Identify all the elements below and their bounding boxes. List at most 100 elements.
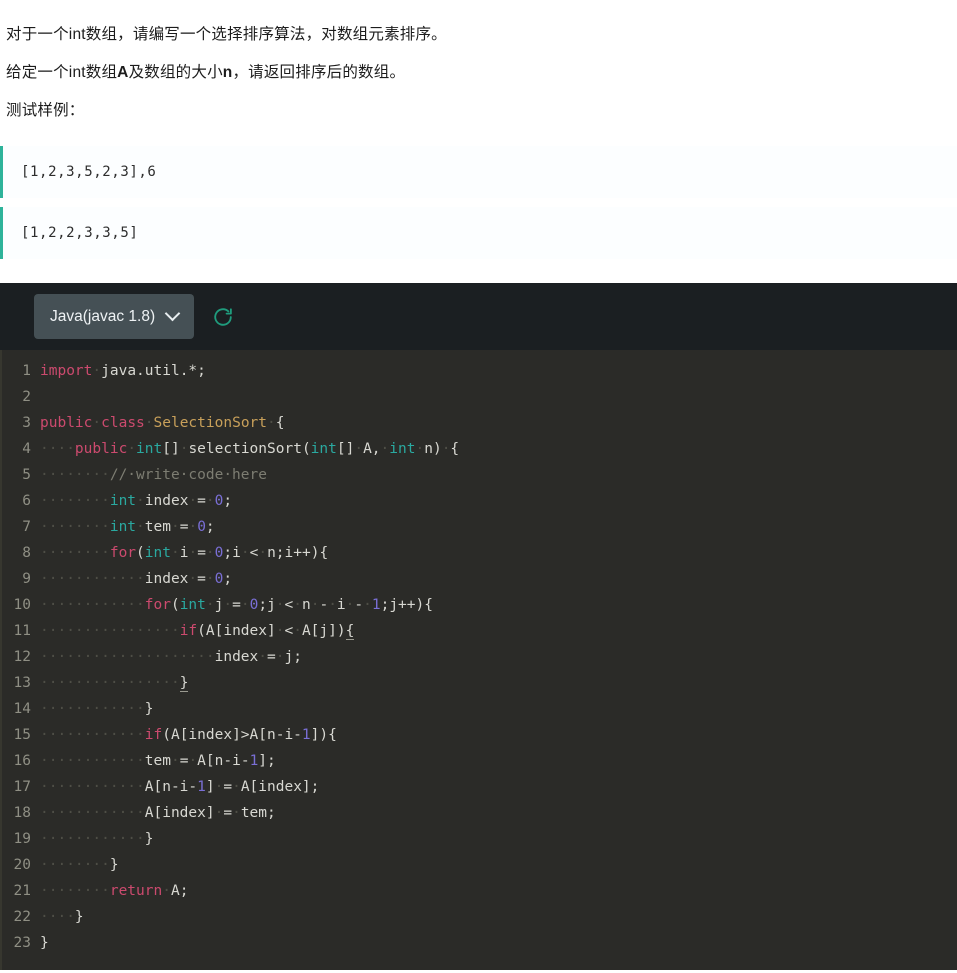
reset-code-button[interactable] <box>208 302 238 332</box>
code-line-content[interactable]: ········int·index·=·0; <box>40 488 957 514</box>
chevron-down-icon <box>167 308 180 321</box>
code-line[interactable]: 20 ········} <box>2 852 957 878</box>
code-token-dot: · <box>188 753 198 769</box>
code-line[interactable]: 2 <box>2 384 957 410</box>
code-line[interactable]: 4 ····public·int[]·selectionSort(int[]·A,… <box>2 436 957 462</box>
code-line[interactable]: 6 ········int·index·=·0; <box>2 488 957 514</box>
code-line[interactable]: 8 ········for(int·i·=·0;i·<·n;i++){ <box>2 540 957 566</box>
line-number: 22 <box>13 909 31 925</box>
refresh-icon <box>212 306 234 328</box>
code-line-content[interactable]: } <box>40 930 957 956</box>
language-select-label: Java(javac 1.8) <box>50 307 156 325</box>
code-line-content[interactable]: ········int·tem·=·0; <box>40 514 957 540</box>
code-line-content[interactable]: ············index·=·0; <box>40 566 957 592</box>
code-token-pln: n) <box>424 441 442 457</box>
code-line-content[interactable]: ········} <box>40 852 957 878</box>
code-line[interactable]: 5 ········//·write·code·here <box>2 462 957 488</box>
code-token-num: 1 <box>301 727 311 743</box>
line-number: 11 <box>13 623 31 639</box>
code-line[interactable]: 16 ············tem·=·A[n-i-1]; <box>2 748 957 774</box>
problem-line: 给定一个int数组A及数组的大小n，请返回排序后的数组。 <box>6 54 957 92</box>
problem-text: 对于一个int数组，请编写一个选择排序算法，对数组元素排序。 <box>6 26 447 43</box>
code-token-dot: · <box>223 597 233 613</box>
code-token-type: int <box>310 441 337 457</box>
code-line[interactable]: 9 ············index·=·0; <box>2 566 957 592</box>
code-token-dot: ···· <box>40 441 75 457</box>
code-token-kw: if <box>179 623 198 639</box>
code-line-content[interactable]: import·java.util.*; <box>40 358 957 384</box>
code-line-content[interactable]: ········return·A; <box>40 878 957 904</box>
code-line[interactable]: 21 ········return·A; <box>2 878 957 904</box>
code-token-pln: = <box>223 805 233 821</box>
code-token-kw: for <box>144 597 171 613</box>
code-line[interactable]: 7 ········int·tem·=·0; <box>2 514 957 540</box>
code-line-content[interactable]: ····public·int[]·selectionSort(int[]·A,·… <box>40 436 957 462</box>
code-token-dot: · <box>354 441 364 457</box>
line-number: 7 <box>22 519 31 535</box>
code-token-dot: ········ <box>40 519 110 535</box>
code-line[interactable]: 18 ············A[index]·=·tem; <box>2 800 957 826</box>
code-token-type: int <box>109 493 137 509</box>
code-line[interactable]: 3 public·class·SelectionSort·{ <box>2 410 957 436</box>
code-token-dot: · <box>205 597 215 613</box>
code-line-content[interactable]: ············A[index]·=·tem; <box>40 800 957 826</box>
code-line-content[interactable]: ········//·write·code·here <box>40 462 957 488</box>
code-token-kw: return <box>109 883 163 899</box>
code-token-dot: · <box>188 571 198 587</box>
code-line-content[interactable]: ············} <box>40 826 957 852</box>
code-token-dot: · <box>293 597 302 613</box>
code-line-content[interactable]: ················if(A[index]·<·A[j]){ <box>40 618 957 644</box>
code-token-dot: ············ <box>40 727 145 743</box>
problem-emphasis: n <box>222 64 233 81</box>
problem-lines: 对于一个int数组，请编写一个选择排序算法，对数组元素排序。给定一个int数组A… <box>6 16 957 130</box>
code-token-pln: ]; <box>258 753 276 769</box>
code-token-pln: ] <box>205 779 215 795</box>
code-line[interactable]: 13 ················} <box>2 670 957 696</box>
code-line-content[interactable]: ········for(int·i·=·0;i·<·n;i++){ <box>40 540 957 566</box>
code-line-content[interactable]: ····················index·=·j; <box>40 644 957 670</box>
code-token-pln: { <box>275 415 285 431</box>
code-token-pln: A[n-i- <box>144 779 198 795</box>
code-line-content[interactable]: ············A[n-i-1]·=·A[index]; <box>40 774 957 800</box>
code-line[interactable]: 14 ············} <box>2 696 957 722</box>
code-line[interactable]: 10 ············for(int·j·=·0;j·<·n·-·i·-·… <box>2 592 957 618</box>
code-token-num: 0 <box>249 597 259 613</box>
code-line-content[interactable] <box>40 384 957 410</box>
line-number: 3 <box>22 415 31 431</box>
code-line[interactable]: 1 import·java.util.*; <box>2 358 957 384</box>
code-token-match: { <box>345 623 355 640</box>
code-line-content[interactable]: ············tem·=·A[n-i-1]; <box>40 748 957 774</box>
code-line[interactable]: 15 ············if(A[index]>A[n-i-1]){ <box>2 722 957 748</box>
problem-text: 及数组的大小 <box>128 64 223 81</box>
code-token-dot: · <box>170 545 180 561</box>
code-token-pln: } <box>74 909 84 925</box>
code-token-dot: · <box>328 597 337 613</box>
code-line-content[interactable]: public·class·SelectionSort·{ <box>40 410 957 436</box>
code-token-pln: (A[index]>A[n-i- <box>162 727 302 743</box>
code-line-content[interactable]: ············if(A[index]>A[n-i-1]){ <box>40 722 957 748</box>
code-line[interactable]: 23} <box>2 930 957 956</box>
problem-line: 对于一个int数组，请编写一个选择排序算法，对数组元素排序。 <box>6 16 957 54</box>
code-token-pln: = <box>223 779 233 795</box>
language-select[interactable]: Java(javac 1.8) <box>34 294 195 339</box>
code-line-content[interactable]: ············for(int·j·=·0;j·<·n·-·i·-·1;… <box>40 592 957 618</box>
line-number: 15 <box>13 727 31 743</box>
code-line-content[interactable]: ············} <box>40 696 957 722</box>
code-line-content[interactable]: ····} <box>40 904 957 930</box>
code-line[interactable]: 19 ············} <box>2 826 957 852</box>
code-line[interactable]: 11 ················if(A[index]·<·A[j]){ <box>2 618 957 644</box>
code-token-dot: · <box>258 649 267 665</box>
code-token-dot: · <box>162 883 171 899</box>
code-line[interactable]: 22 ····} <box>2 904 957 930</box>
code-token-dot: ············ <box>40 571 145 587</box>
code-line-content[interactable]: ················} <box>40 670 957 696</box>
code-token-dot: ············ <box>40 805 145 821</box>
code-token-pln: j; <box>284 649 302 665</box>
code-lines[interactable]: 1 import·java.util.*; 2 3 public·class·Selec… <box>0 350 957 970</box>
code-token-dot: · <box>380 441 390 457</box>
code-token-pln: ; <box>205 519 215 535</box>
code-token-pln: index <box>214 649 259 665</box>
code-line[interactable]: 17 ············A[n-i-1]·=·A[index]; <box>2 774 957 800</box>
code-token-dot: · <box>258 545 268 561</box>
code-line[interactable]: 12 ····················index·=·j; <box>2 644 957 670</box>
